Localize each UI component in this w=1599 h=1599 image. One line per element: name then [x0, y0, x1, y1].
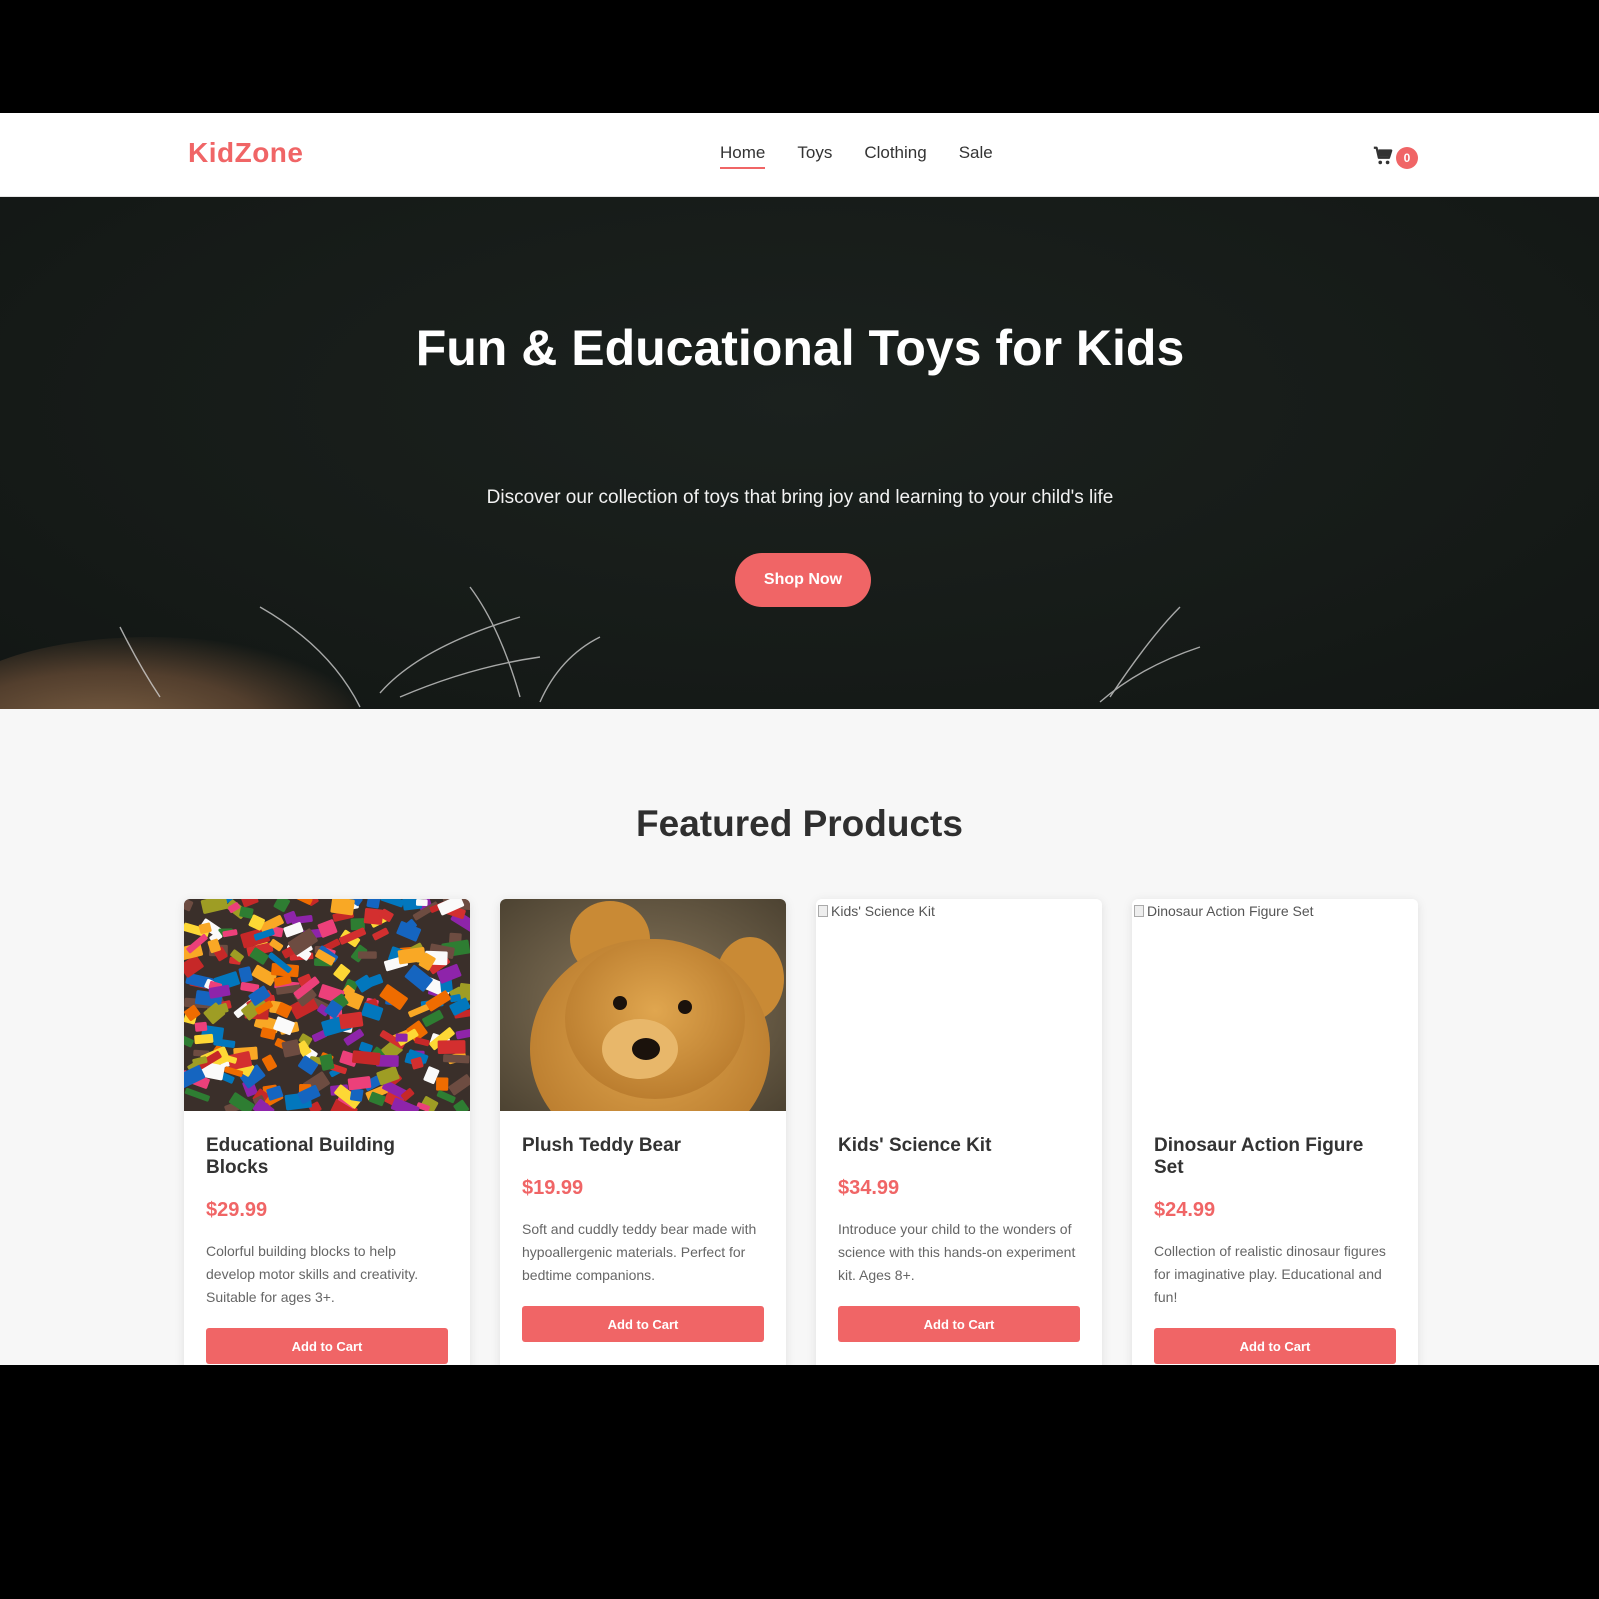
product-grid: Educational Building Blocks $29.99 Color…: [184, 899, 1418, 1365]
browser-viewport: KidZone Home Toys Clothing Sale 0 Fun & …: [0, 113, 1599, 1365]
product-name[interactable]: Educational Building Blocks: [206, 1135, 448, 1179]
dinosaur-set-image[interactable]: Dinosaur Action Figure Set: [1132, 899, 1418, 1111]
shop-now-button[interactable]: Shop Now: [735, 553, 871, 607]
brick-shape: [436, 1077, 449, 1091]
broken-image-alt: Dinosaur Action Figure Set: [1134, 903, 1314, 919]
nav-home[interactable]: Home: [720, 143, 766, 169]
teddy-bear-image[interactable]: [500, 899, 786, 1111]
image-alt-text: Dinosaur Action Figure Set: [1147, 903, 1314, 919]
nav-sale[interactable]: Sale: [959, 143, 993, 169]
brick-shape: [437, 1040, 466, 1055]
teddy-bear-photo: [500, 899, 786, 1111]
brick-shape: [442, 1054, 470, 1064]
product-price: $29.99: [206, 1199, 268, 1221]
nav-clothing[interactable]: Clothing: [864, 143, 926, 169]
featured-products-heading: Featured Products: [636, 803, 963, 844]
product-card[interactable]: Plush Teddy Bear $19.99 Soft and cuddly …: [500, 899, 786, 1365]
cart-count-badge: 0: [1396, 147, 1418, 169]
brick-shape: [358, 951, 377, 959]
site-header: KidZone Home Toys Clothing Sale 0: [0, 113, 1599, 197]
broken-image-icon: [1134, 905, 1144, 917]
cart-button[interactable]: 0: [1372, 143, 1418, 169]
main-nav: Home Toys Clothing Sale: [720, 143, 1025, 169]
add-to-cart-button[interactable]: Add to Cart: [838, 1306, 1080, 1342]
cart-icon: [1373, 146, 1393, 165]
product-description: Soft and cuddly teddy bear made with hyp…: [522, 1221, 757, 1283]
brick-shape: [194, 1033, 214, 1045]
hero-banner: Fun & Educational Toys for Kids Discover…: [0, 197, 1599, 709]
hero-background-whiskers: [119, 586, 1201, 708]
product-description: Colorful building blocks to help develop…: [206, 1243, 419, 1305]
hero-title: Fun & Educational Toys for Kids: [415, 320, 1185, 376]
broken-image-icon: [818, 905, 828, 917]
product-description: Collection of realistic dinosaur figures…: [1154, 1243, 1386, 1305]
product-price: $19.99: [522, 1177, 584, 1199]
building-blocks-image[interactable]: [184, 899, 470, 1111]
broken-image-alt: Kids' Science Kit: [818, 903, 935, 919]
brick-shape: [395, 1033, 408, 1042]
add-to-cart-button[interactable]: Add to Cart: [522, 1306, 764, 1342]
product-name[interactable]: Dinosaur Action Figure Set: [1154, 1135, 1396, 1179]
add-to-cart-button[interactable]: Add to Cart: [206, 1328, 448, 1364]
product-card[interactable]: Kids' Science Kit Kids' Science Kit $34.…: [816, 899, 1102, 1365]
nav-toys[interactable]: Toys: [797, 143, 832, 169]
hero-subtitle: Discover our collection of toys that bri…: [486, 487, 1114, 508]
product-description: Introduce your child to the wonders of s…: [838, 1221, 1076, 1283]
product-card[interactable]: Dinosaur Action Figure Set Dinosaur Acti…: [1132, 899, 1418, 1365]
site-logo[interactable]: KidZone: [188, 137, 304, 169]
product-card[interactable]: Educational Building Blocks $29.99 Color…: [184, 899, 470, 1365]
product-name[interactable]: Plush Teddy Bear: [522, 1135, 764, 1157]
product-price: $24.99: [1154, 1199, 1216, 1221]
image-alt-text: Kids' Science Kit: [831, 903, 935, 919]
building-blocks-photo: [184, 899, 470, 1111]
product-price: $34.99: [838, 1177, 900, 1199]
product-name[interactable]: Kids' Science Kit: [838, 1135, 1080, 1157]
science-kit-image[interactable]: Kids' Science Kit: [816, 899, 1102, 1111]
brick-shape: [194, 1021, 208, 1032]
brick-shape: [415, 899, 428, 907]
add-to-cart-button[interactable]: Add to Cart: [1154, 1328, 1396, 1364]
